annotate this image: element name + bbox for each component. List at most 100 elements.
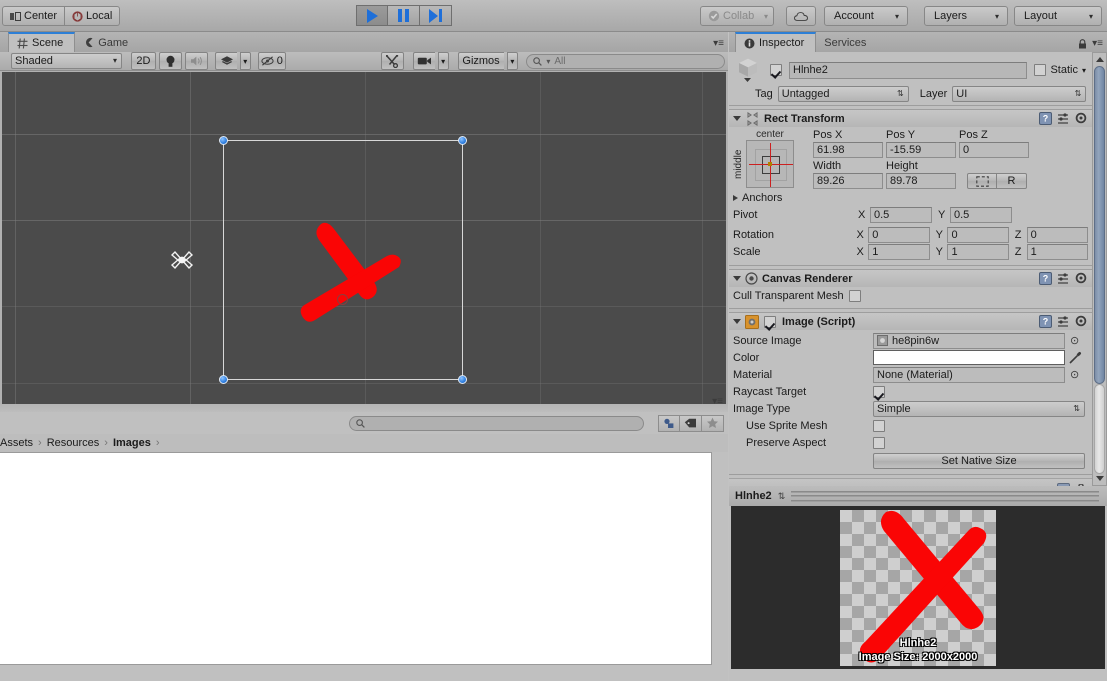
rotation-x-input[interactable]: 0: [868, 226, 930, 243]
layers-button[interactable]: Layers ▾: [924, 6, 1008, 26]
breadcrumb-item-resources[interactable]: Resources: [47, 437, 100, 449]
foldout-arrow-icon[interactable]: [733, 276, 741, 281]
use-sprite-mesh-checkbox[interactable]: [873, 419, 885, 432]
object-picker-icon[interactable]: ⊙: [1070, 368, 1079, 381]
resize-handle-top-left[interactable]: [219, 136, 228, 145]
set-native-size-button[interactable]: Set Native Size: [873, 452, 1085, 469]
color-swatch[interactable]: [873, 350, 1065, 365]
foldout-arrow-icon[interactable]: [733, 116, 741, 121]
tab-menu-icon[interactable]: ▾≡: [1092, 38, 1103, 49]
pos-x-input[interactable]: 61.98: [813, 142, 883, 158]
foldout-arrow-icon[interactable]: [733, 319, 741, 324]
step-button[interactable]: [420, 5, 452, 26]
tab-scene[interactable]: Scene: [8, 32, 76, 52]
resize-handle-top-right[interactable]: [458, 136, 467, 145]
preset-icon[interactable]: [1057, 315, 1070, 328]
material-objectfield[interactable]: None (Material): [873, 366, 1065, 383]
raw-edit-button[interactable]: R: [997, 173, 1027, 189]
scene-search-input[interactable]: ▾ All: [526, 53, 725, 69]
rotation-z-input[interactable]: 0: [1026, 226, 1088, 243]
scale-z-input[interactable]: 1: [1026, 243, 1088, 260]
image-type-dropdown[interactable]: Simple ⇅: [873, 400, 1085, 417]
tag-dropdown[interactable]: Untagged ⇅: [777, 85, 909, 102]
image-enabled-checkbox[interactable]: [764, 315, 776, 328]
cull-transparent-mesh-checkbox[interactable]: [848, 289, 861, 302]
tab-services[interactable]: Services: [816, 33, 877, 52]
tab-menu-icon[interactable]: ▾≡: [713, 38, 724, 49]
preview-drag-handle[interactable]: [791, 490, 1099, 502]
preset-icon[interactable]: [1057, 112, 1070, 125]
layout-button[interactable]: Layout ▾: [1014, 6, 1102, 26]
toggle-audio-button[interactable]: [185, 52, 209, 70]
static-checkbox[interactable]: [1034, 64, 1047, 76]
rect-transform-header[interactable]: Rect Transform ?: [729, 109, 1092, 127]
object-name-input[interactable]: Hlnhe2: [789, 61, 1028, 79]
toggle-lighting-button[interactable]: [158, 52, 183, 70]
scale-y-input[interactable]: 1: [947, 243, 1009, 260]
tab-game[interactable]: Game: [75, 33, 139, 52]
help-icon[interactable]: ?: [1039, 272, 1052, 285]
help-icon[interactable]: ?: [1039, 112, 1052, 125]
particle-gizmo-icon[interactable]: [168, 246, 196, 274]
gizmos-dropdown-button[interactable]: ▾: [506, 52, 519, 70]
canvas-renderer-header[interactable]: Canvas Renderer ?: [729, 269, 1092, 287]
pos-z-input[interactable]: 0: [959, 142, 1029, 158]
favorite-filter-icon[interactable]: [702, 414, 724, 432]
project-search-input[interactable]: [349, 415, 644, 431]
camera-dropdown-button[interactable]: ▾: [437, 52, 449, 70]
scroll-track-lower[interactable]: [1094, 384, 1105, 474]
gear-icon[interactable]: [1075, 112, 1088, 125]
gizmos-button[interactable]: Gizmos: [457, 52, 504, 70]
pause-button[interactable]: [388, 5, 420, 26]
search-filter-arrow[interactable]: ▾: [546, 57, 550, 66]
gear-icon[interactable]: [1075, 315, 1088, 328]
scene-tools-button[interactable]: [380, 52, 405, 70]
foldout-arrow-icon[interactable]: [733, 195, 738, 201]
scene-camera-button[interactable]: [413, 52, 435, 70]
pivot-y-input[interactable]: 0.5: [950, 206, 1012, 223]
cloud-button[interactable]: [786, 6, 816, 26]
fx-dropdown-button[interactable]: ▾: [239, 52, 251, 70]
anchor-preset-widget[interactable]: center middle Anchors: [733, 129, 807, 204]
fx-toggle-button[interactable]: [215, 52, 237, 70]
anchors-foldout[interactable]: Anchors: [733, 192, 807, 204]
layer-dropdown[interactable]: UI ⇅: [952, 85, 1087, 102]
scroll-track[interactable]: [1094, 66, 1105, 474]
blueprint-mode-button[interactable]: [967, 173, 997, 189]
project-asset-grid[interactable]: [0, 452, 712, 665]
pivot-rotation-button[interactable]: Local: [65, 6, 121, 26]
draw-mode-dropdown[interactable]: Shaded ▾: [11, 53, 122, 69]
pivot-marker[interactable]: [337, 294, 348, 305]
next-component-header[interactable]: [729, 478, 1092, 486]
eyedropper-icon[interactable]: [1069, 351, 1082, 364]
scale-x-input[interactable]: 1: [868, 243, 930, 260]
type-filter-icon[interactable]: [658, 414, 680, 432]
help-icon[interactable]: ?: [1039, 315, 1052, 328]
pivot-x-input[interactable]: 0.5: [870, 206, 932, 223]
pos-y-input[interactable]: -15.59: [886, 142, 956, 158]
toggle-2d-button[interactable]: 2D: [130, 52, 156, 70]
inspector-tab-options[interactable]: ▾≡: [1078, 38, 1103, 49]
label-filter-icon[interactable]: [680, 414, 702, 432]
image-script-header[interactable]: Image (Script) ?: [729, 312, 1092, 330]
width-input[interactable]: 89.26: [813, 173, 883, 189]
static-toggle[interactable]: Static ▾: [1034, 64, 1086, 76]
project-tab-options[interactable]: ▾≡: [712, 396, 723, 407]
resize-handle-bottom-right[interactable]: [458, 375, 467, 384]
updown-arrows-icon[interactable]: ⇅: [778, 491, 786, 502]
scene-tab-options[interactable]: ▾≡: [713, 38, 724, 49]
hidden-objects-button[interactable]: 0: [257, 52, 286, 70]
preset-icon[interactable]: [1057, 272, 1070, 285]
account-button[interactable]: Account ▾: [824, 6, 908, 26]
inspector-scrollbar[interactable]: [1092, 52, 1107, 486]
collab-button[interactable]: Collab ▾: [700, 6, 774, 26]
play-button[interactable]: [356, 5, 388, 26]
object-picker-icon[interactable]: ⊙: [1070, 334, 1079, 347]
breadcrumb-item-images[interactable]: Images: [113, 437, 151, 449]
resize-handle-bottom-left[interactable]: [219, 375, 228, 384]
preview-stage[interactable]: Hlnhe2 Image Size: 2000x2000: [731, 506, 1105, 669]
height-input[interactable]: 89.78: [886, 173, 956, 189]
source-image-objectfield[interactable]: he8pin6w: [873, 332, 1065, 349]
scene-viewport[interactable]: [2, 72, 726, 420]
raycast-target-checkbox[interactable]: [873, 385, 885, 398]
